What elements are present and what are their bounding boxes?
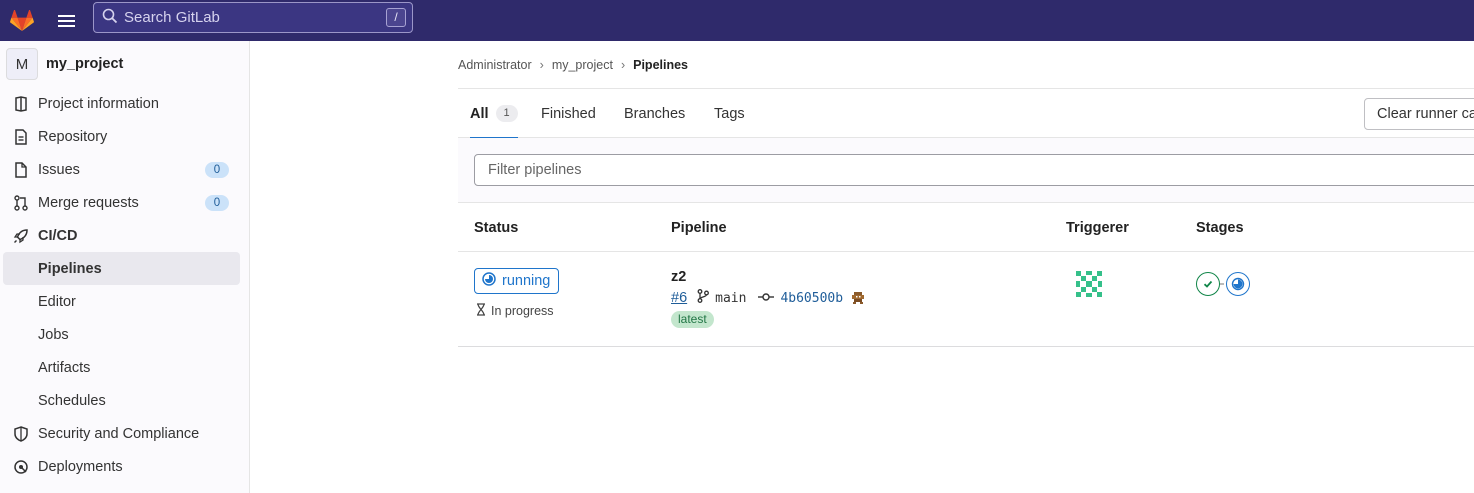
header-triggerer: Triggerer <box>1066 220 1129 236</box>
search-shortcut-hint: / <box>386 8 406 27</box>
sidebar-item-label: Pipelines <box>38 260 102 277</box>
sidebar-item-label: Merge requests <box>38 194 139 211</box>
breadcrumb-separator-icon: › <box>620 58 626 72</box>
header-stages: Stages <box>1196 220 1244 236</box>
tab-tags-label: Tags <box>714 105 745 122</box>
sidebar-item-security-compliance[interactable]: Security and Compliance <box>0 417 249 450</box>
status-label: running <box>502 273 551 289</box>
sidebar-item-project-information[interactable]: Project information <box>0 87 249 120</box>
triggerer-avatar[interactable] <box>1074 269 1104 299</box>
branch-ref[interactable]: main <box>697 289 746 307</box>
tab-branches-label: Branches <box>624 105 686 122</box>
commit-ref[interactable]: 4b60500b <box>758 291 843 306</box>
rocket-icon <box>12 227 30 245</box>
sidebar-item-pipelines[interactable]: Pipelines <box>3 252 240 285</box>
breadcrumb-current[interactable]: Pipelines <box>633 58 688 72</box>
issues-count-badge: 0 <box>205 162 229 178</box>
project-info-icon <box>12 95 30 113</box>
breadcrumb-administrator[interactable]: Administrator <box>458 58 532 72</box>
tab-all[interactable]: All 1 <box>470 89 518 139</box>
project-name: my_project <box>46 56 124 72</box>
main-content: Administrator › my_project › Pipelines A… <box>250 41 1474 493</box>
pipeline-id-link[interactable]: #6 <box>671 290 687 306</box>
merge-requests-count-badge: 0 <box>205 195 229 211</box>
commit-author-avatar[interactable] <box>851 291 865 305</box>
commit-sha: 4b60500b <box>780 290 844 306</box>
issues-icon <box>12 161 30 179</box>
sidebar-item-merge-requests[interactable]: Merge requests 0 <box>0 186 249 219</box>
sidebar-item-label: Artifacts <box>38 359 91 376</box>
sidebar-item-schedules[interactable]: Schedules <box>0 384 249 417</box>
sidebar-project-header[interactable]: M my_project <box>0 41 249 87</box>
pipeline-duration: In progress <box>476 303 554 319</box>
latest-badge: latest <box>671 311 714 328</box>
hamburger-menu-icon[interactable] <box>48 0 86 41</box>
branch-icon <box>697 289 710 307</box>
stage-connector <box>1220 283 1224 285</box>
pipeline-meta: #6 main 4b60500b <box>671 289 865 307</box>
header-pipeline: Pipeline <box>671 220 727 236</box>
table-row: running In progress z2 #6 main 4b60500b <box>458 252 1474 347</box>
pipeline-name[interactable]: z2 <box>671 269 686 285</box>
sidebar-item-issues[interactable]: Issues 0 <box>0 153 249 186</box>
sidebar-item-label: Editor <box>38 293 76 310</box>
deployments-icon <box>12 458 30 476</box>
hourglass-icon <box>476 303 486 319</box>
tab-all-count: 1 <box>495 105 518 122</box>
stage-running-icon[interactable] <box>1226 272 1250 296</box>
commit-icon <box>758 291 775 306</box>
repository-icon <box>12 128 30 146</box>
sidebar: M my_project Project information Reposit… <box>0 41 250 493</box>
tab-finished[interactable]: Finished <box>541 89 596 138</box>
clear-runner-caches-button[interactable]: Clear runner caches <box>1364 98 1474 130</box>
sidebar-item-label: Repository <box>38 128 108 145</box>
sidebar-item-label: CI/CD <box>38 227 78 244</box>
header-status: Status <box>474 220 519 236</box>
merge-request-icon <box>12 194 30 212</box>
sidebar-item-deployments[interactable]: Deployments <box>0 450 249 483</box>
stage-success-icon[interactable] <box>1196 272 1220 296</box>
search-icon <box>102 8 118 28</box>
tab-finished-label: Finished <box>541 105 596 122</box>
filter-bar: Filter pipelines <box>458 138 1474 203</box>
running-status-icon <box>482 272 496 290</box>
tab-all-label: All <box>470 105 489 122</box>
project-avatar: M <box>6 48 38 80</box>
filter-pipelines-input[interactable]: Filter pipelines <box>474 154 1474 186</box>
sidebar-item-repository[interactable]: Repository <box>0 120 249 153</box>
pipeline-stages <box>1196 272 1250 296</box>
sidebar-item-label: Deployments <box>38 458 123 475</box>
pipeline-tabs: All 1 Finished Branches Tags Clear runne… <box>458 88 1474 139</box>
tab-branches[interactable]: Branches <box>624 89 685 138</box>
search-placeholder: Search GitLab <box>124 9 220 26</box>
breadcrumb-project[interactable]: my_project <box>552 58 613 72</box>
top-navbar: Search GitLab / <box>0 0 1474 41</box>
search-input[interactable]: Search GitLab / <box>93 2 413 33</box>
tab-tags[interactable]: Tags <box>714 89 745 138</box>
sidebar-item-editor[interactable]: Editor <box>0 285 249 318</box>
duration-text: In progress <box>491 304 554 318</box>
breadcrumb-separator-icon: › <box>539 58 544 72</box>
sidebar-item-label: Jobs <box>38 326 69 343</box>
sidebar-item-label: Security and Compliance <box>38 425 200 442</box>
branch-name: main <box>715 290 747 306</box>
sidebar-item-artifacts[interactable]: Artifacts <box>0 351 249 384</box>
sidebar-item-label: Issues <box>38 161 80 178</box>
sidebar-item-label: Schedules <box>38 392 106 409</box>
status-badge[interactable]: running <box>474 268 560 294</box>
gitlab-logo-icon[interactable] <box>0 0 44 41</box>
table-header: Status Pipeline Triggerer Stages <box>458 203 1474 252</box>
shield-icon <box>12 425 30 443</box>
sidebar-item-label: Project information <box>38 95 159 112</box>
sidebar-item-cicd[interactable]: CI/CD <box>0 219 249 252</box>
breadcrumb: Administrator › my_project › Pipelines <box>458 58 688 72</box>
sidebar-item-jobs[interactable]: Jobs <box>0 318 249 351</box>
